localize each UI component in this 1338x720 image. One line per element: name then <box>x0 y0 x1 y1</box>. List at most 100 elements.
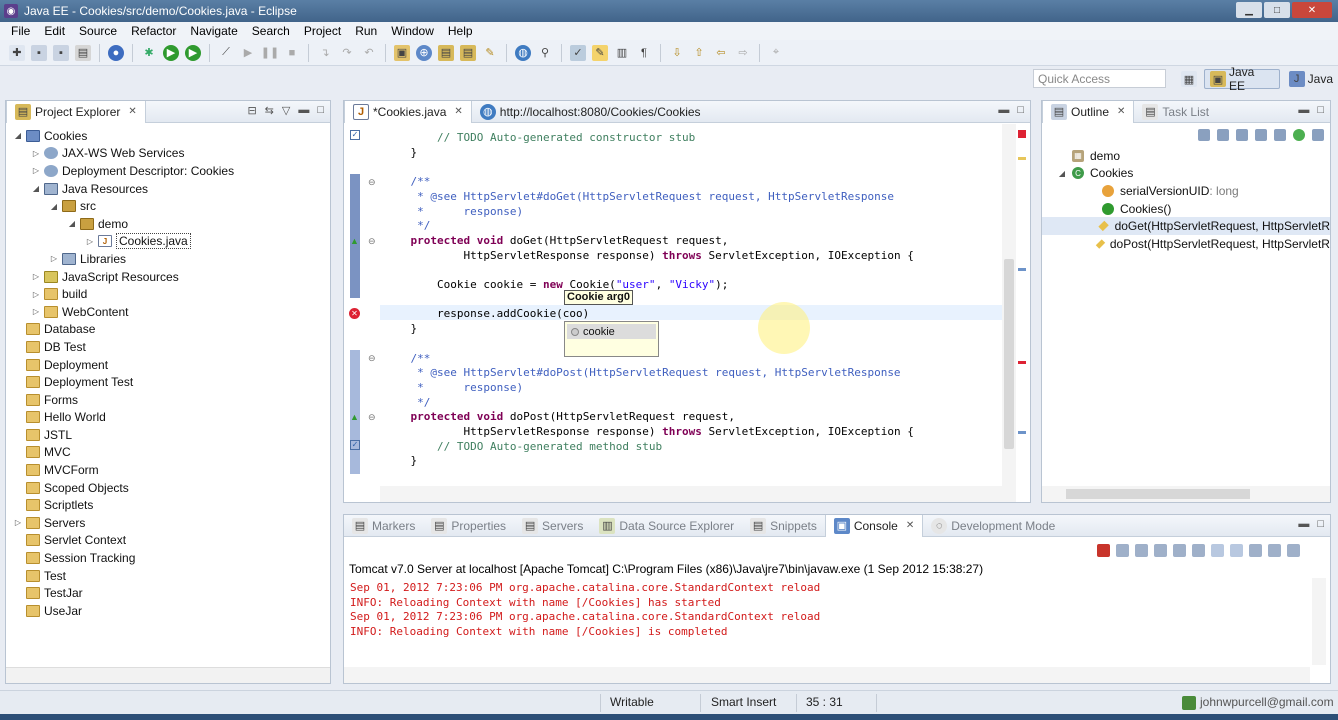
hide-nonpublic-icon[interactable] <box>1274 129 1286 141</box>
outline-item[interactable]: ◢ C Cookies <box>1042 165 1330 183</box>
minimize-panel-icon[interactable]: ▬ <box>1298 518 1309 530</box>
tree-item[interactable]: MVC <box>6 444 330 462</box>
word-wrap-icon[interactable] <box>1192 544 1205 557</box>
link-editor-icon[interactable]: ⇆ <box>265 104 274 117</box>
tab-task-list[interactable]: ▤ Task List <box>1134 101 1217 123</box>
collapsed-arrow-icon[interactable]: ▷ <box>12 518 24 527</box>
next-annotation-icon[interactable]: ⇩ <box>669 45 685 61</box>
maximize-panel-icon[interactable]: □ <box>1317 518 1324 530</box>
collapsed-arrow-icon[interactable]: ▷ <box>30 272 42 281</box>
tree-item[interactable]: ◢ demo <box>6 215 330 233</box>
outline-item[interactable]: ▦ demo <box>1042 147 1330 165</box>
highlight-icon[interactable]: ✎ <box>592 44 608 61</box>
proposal-item[interactable]: cookie <box>567 324 656 339</box>
maximize-icon[interactable]: □ <box>1264 2 1290 18</box>
fold-icon[interactable]: ⊖ <box>368 236 376 247</box>
web-service-icon[interactable]: ⊕ <box>416 44 432 61</box>
horizontal-scrollbar[interactable] <box>380 486 1016 502</box>
open-task-icon[interactable]: ▤ <box>460 44 476 61</box>
tree-item[interactable]: ▷ JAX-WS Web Services <box>6 145 330 163</box>
close-tab-icon[interactable]: ✕ <box>454 106 462 117</box>
tree-item[interactable]: DB Test <box>6 338 330 356</box>
close-icon[interactable]: ✕ <box>1292 2 1332 18</box>
outline-item[interactable]: serialVersionUID : long <box>1042 182 1330 200</box>
terminate-icon[interactable]: ■ <box>284 45 300 61</box>
tree-item[interactable]: Session Tracking <box>6 549 330 567</box>
tree-item[interactable]: ▷ Deployment Descriptor: Cookies <box>6 162 330 180</box>
fold-icon[interactable]: ⊖ <box>368 412 376 423</box>
collapsed-arrow-icon[interactable]: ▷ <box>30 290 42 299</box>
tree-item[interactable]: Scriptlets <box>6 496 330 514</box>
menu-edit[interactable]: Edit <box>37 24 72 38</box>
perspective-java[interactable]: J Java <box>1284 69 1338 89</box>
tree-item[interactable]: Forms <box>6 391 330 409</box>
status-account[interactable]: johnwpurcell@gmail.com <box>1200 695 1334 709</box>
prev-annotation-icon[interactable]: ⇧ <box>691 45 707 61</box>
menu-search[interactable]: Search <box>245 24 297 38</box>
hide-fields-icon[interactable] <box>1236 129 1248 141</box>
link-icon[interactable]: ⚲ <box>537 45 553 61</box>
toggle-mark-icon[interactable]: ✓ <box>570 44 586 61</box>
show-whitespace-icon[interactable]: ▥ <box>614 45 630 61</box>
open-console-icon[interactable] <box>1287 544 1300 557</box>
tab-data-source-explorer[interactable]: ▥ Data Source Explorer <box>591 515 742 537</box>
minimize-icon[interactable]: ▁ <box>1236 2 1262 18</box>
tree-item[interactable]: MVCForm <box>6 461 330 479</box>
menu-navigate[interactable]: Navigate <box>183 24 244 38</box>
tab-project-explorer[interactable]: ▤ Project Explorer ✕ <box>6 100 146 123</box>
paragraph-icon[interactable]: ¶ <box>636 45 652 61</box>
collapsed-arrow-icon[interactable]: ▷ <box>30 307 42 316</box>
tab-properties[interactable]: ▤ Properties <box>423 515 514 537</box>
suspend-icon[interactable]: ❚❚ <box>261 45 279 61</box>
collapsed-arrow-icon[interactable]: ▷ <box>30 166 42 175</box>
new-server-icon[interactable]: ▣ <box>394 44 410 61</box>
tree-item[interactable]: TestJar <box>6 584 330 602</box>
minimize-panel-icon[interactable]: ▬ <box>298 104 309 117</box>
display-console-icon[interactable] <box>1268 544 1281 557</box>
tree-item[interactable]: ▷ Libraries <box>6 250 330 268</box>
outline-item[interactable]: doGet(HttpServletRequest, HttpServletR <box>1042 217 1330 235</box>
close-tab-icon[interactable]: ✕ <box>1117 106 1125 117</box>
maximize-panel-icon[interactable]: □ <box>1317 104 1324 116</box>
horizontal-scrollbar[interactable] <box>344 667 1310 683</box>
tree-item[interactable]: Hello World <box>6 409 330 427</box>
tree-item[interactable]: ▷ JavaScript Resources <box>6 268 330 286</box>
save-all-icon[interactable]: ▪ <box>53 44 69 61</box>
tab-console[interactable]: ▣ Console ✕ <box>824 514 924 537</box>
menu-source[interactable]: Source <box>72 24 124 38</box>
external-tools-icon[interactable]: ▶ <box>185 44 201 61</box>
menu-help[interactable]: Help <box>441 24 480 38</box>
editor-body[interactable]: ✓ ▲ ✕ ▲ ✓ ⊖ ⊖ ⊖ ⊖ // TODO Auto-generated… <box>344 124 1030 486</box>
show-on-output-icon[interactable] <box>1211 544 1224 557</box>
scroll-lock-icon[interactable] <box>1173 544 1186 557</box>
menu-window[interactable]: Window <box>384 24 441 38</box>
code-area[interactable]: // TODO Auto-generated constructor stub … <box>380 124 1010 486</box>
tree-item[interactable]: ◢ src <box>6 197 330 215</box>
collapsed-arrow-icon[interactable]: ▷ <box>84 237 96 246</box>
outline-item[interactable]: Cookies() <box>1042 200 1330 218</box>
skip-breakpoints-icon[interactable]: ⟋ <box>218 45 234 61</box>
minimize-panel-icon[interactable]: ▬ <box>998 104 1009 116</box>
tree-item[interactable]: Deployment Test <box>6 373 330 391</box>
tree-item[interactable]: Servlet Context <box>6 532 330 550</box>
step-over-icon[interactable]: ↷ <box>339 45 355 61</box>
scrollbar-thumb[interactable] <box>1066 489 1250 499</box>
console-output[interactable]: Sep 01, 2012 7:23:06 PM org.apache.catal… <box>344 578 1310 665</box>
step-into-icon[interactable]: ↴ <box>317 45 333 61</box>
tab-browser[interactable]: ◍ http://localhost:8080/Cookies/Cookies <box>472 101 709 123</box>
expanded-arrow-icon[interactable]: ◢ <box>48 202 60 211</box>
show-on-error-icon[interactable] <box>1230 544 1243 557</box>
view-menu-icon[interactable]: ▽ <box>282 104 290 117</box>
tree-item[interactable]: ◢ Java Resources <box>6 180 330 198</box>
tab-servers[interactable]: ▤ Servers <box>514 515 591 537</box>
collapsed-arrow-icon[interactable]: ▷ <box>30 149 42 158</box>
menu-run[interactable]: Run <box>348 24 384 38</box>
tab-development-mode[interactable]: ◌ Development Mode <box>923 515 1063 537</box>
open-type-icon[interactable]: ▤ <box>438 44 454 61</box>
perspective-java-ee[interactable]: ▣ Java EE <box>1203 65 1280 93</box>
remove-launch-icon[interactable] <box>1116 544 1129 557</box>
collapse-all-icon[interactable] <box>1217 129 1229 141</box>
save-icon[interactable]: ▪ <box>31 44 47 61</box>
tree-item[interactable]: ▷ build <box>6 285 330 303</box>
hide-local-types-icon[interactable] <box>1293 129 1305 141</box>
